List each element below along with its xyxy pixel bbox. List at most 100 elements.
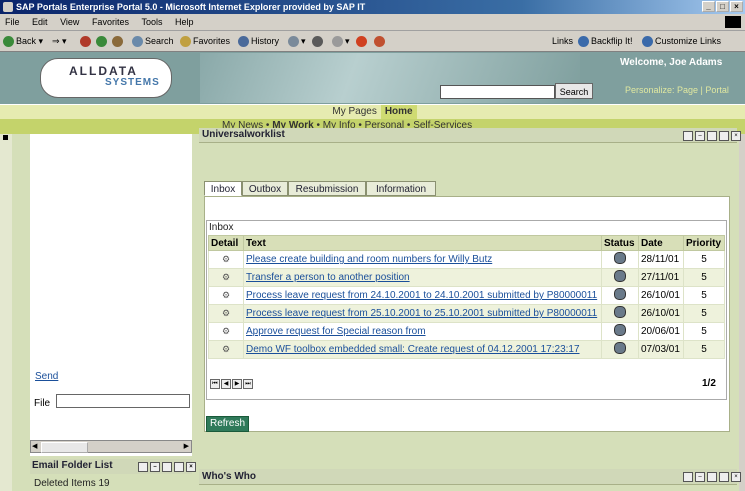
- task-link[interactable]: Please create building and room numbers …: [246, 254, 492, 265]
- worklist-title: Universalworklist: [202, 129, 285, 140]
- close-button[interactable]: ×: [730, 1, 743, 12]
- status-icon: [614, 252, 626, 264]
- column-date[interactable]: Date: [638, 235, 684, 251]
- alldata-logo: ALLDATA SYSTEMS: [40, 58, 172, 98]
- table-row: ⚙ Demo WF toolbox embedded small: Create…: [208, 340, 725, 359]
- detail-icon[interactable]: ⚙: [220, 308, 232, 318]
- user-icon[interactable]: [374, 34, 387, 48]
- tab-inbox[interactable]: Inbox: [204, 181, 242, 196]
- previous-page-icon[interactable]: ◀: [221, 379, 231, 389]
- portal-search-button[interactable]: Search: [555, 83, 593, 99]
- favorites-toolbar-button[interactable]: Favorites: [180, 34, 230, 48]
- scroll-thumb[interactable]: [41, 442, 88, 453]
- back-button[interactable]: Back ▾: [3, 34, 43, 48]
- column-detail[interactable]: Detail: [208, 235, 244, 251]
- file-input[interactable]: [56, 394, 190, 408]
- menu-favorites[interactable]: Favorites: [87, 14, 134, 30]
- task-link[interactable]: Approve request for Special reason from: [246, 326, 426, 337]
- window-restore-icon[interactable]: [683, 472, 693, 482]
- messenger-icon[interactable]: [356, 34, 369, 48]
- personalize-links[interactable]: Personalize: Page | Portal: [625, 85, 729, 95]
- status-icon: [614, 342, 626, 354]
- refresh-icon[interactable]: [707, 472, 717, 482]
- vertical-scrollbar[interactable]: [739, 134, 745, 491]
- welcome-text: Welcome, Joe Adams: [620, 57, 723, 68]
- maximize-button[interactable]: □: [716, 1, 729, 12]
- favorites-icon: [180, 36, 191, 48]
- edit-icon[interactable]: ▾: [332, 34, 350, 48]
- task-priority: 5: [683, 286, 725, 305]
- detail-icon[interactable]: ⚙: [220, 326, 232, 336]
- tab-outbox[interactable]: Outbox: [242, 181, 288, 196]
- task-link[interactable]: Demo WF toolbox embedded small: Create r…: [246, 344, 580, 355]
- menu-edit[interactable]: Edit: [27, 14, 53, 30]
- tab-my-pages[interactable]: My Pages: [328, 105, 380, 119]
- next-page-icon[interactable]: ▶: [232, 379, 242, 389]
- task-priority: 5: [683, 304, 725, 323]
- send-link[interactable]: Send: [35, 371, 58, 382]
- last-page-icon[interactable]: ⏭: [243, 379, 253, 389]
- folder-deleted-items[interactable]: Deleted Items 19: [34, 478, 110, 489]
- portal-search-input[interactable]: [440, 85, 555, 99]
- whos-who-header: – ×: [199, 469, 741, 485]
- refresh-icon[interactable]: [96, 34, 109, 48]
- worklist-table: Detail Text Status Date Priority ⚙ Pleas…: [208, 235, 725, 359]
- menu-help[interactable]: Help: [170, 14, 199, 30]
- window-minimize-icon[interactable]: –: [695, 472, 705, 482]
- inbox-section-label: Inbox: [209, 222, 234, 233]
- window-minimize-icon[interactable]: –: [150, 462, 160, 472]
- search-toolbar-button[interactable]: Search: [132, 34, 174, 48]
- collapse-handle-icon[interactable]: [3, 135, 8, 140]
- task-link[interactable]: Transfer a person to another position: [246, 272, 410, 283]
- close-icon[interactable]: ×: [731, 131, 741, 141]
- minimize-button[interactable]: _: [702, 1, 715, 12]
- home-icon[interactable]: [112, 34, 125, 48]
- task-priority: 5: [683, 322, 725, 341]
- scroll-right-icon[interactable]: ▶: [184, 442, 189, 450]
- window-restore-icon[interactable]: [138, 462, 148, 472]
- print-icon[interactable]: [312, 34, 325, 48]
- refresh-button[interactable]: Refresh: [206, 416, 250, 432]
- task-date: 26/10/01: [638, 286, 684, 305]
- detail-icon[interactable]: ⚙: [220, 254, 232, 264]
- menu-view[interactable]: View: [55, 14, 84, 30]
- menu-file[interactable]: File: [0, 14, 25, 30]
- edit-icon[interactable]: [719, 472, 729, 482]
- mail-icon[interactable]: ▾: [288, 34, 306, 48]
- status-icon: [614, 288, 626, 300]
- tab-resubmission[interactable]: Resubmission: [288, 181, 366, 196]
- search-icon: [132, 36, 143, 48]
- tab-information[interactable]: Information: [366, 181, 436, 196]
- scroll-left-icon[interactable]: ◀: [32, 442, 37, 450]
- customize-links-link[interactable]: Customize Links: [642, 34, 721, 48]
- close-icon[interactable]: ×: [186, 462, 196, 472]
- detail-icon[interactable]: ⚙: [220, 272, 232, 282]
- edit-icon[interactable]: [719, 131, 729, 141]
- forward-button[interactable]: ⇒ ▾: [52, 34, 67, 48]
- detail-icon[interactable]: ⚙: [220, 344, 232, 354]
- first-page-icon[interactable]: ⏮: [210, 379, 220, 389]
- task-link[interactable]: Process leave request from 25.10.2001 to…: [246, 308, 597, 319]
- stop-icon[interactable]: [80, 34, 93, 48]
- refresh-icon[interactable]: [707, 131, 717, 141]
- refresh-icon[interactable]: [162, 462, 172, 472]
- tab-home[interactable]: Home: [380, 105, 417, 119]
- history-toolbar-button[interactable]: History: [238, 34, 279, 48]
- window-minimize-icon[interactable]: –: [695, 131, 705, 141]
- horizontal-scrollbar[interactable]: ◀ ▶: [30, 440, 192, 453]
- column-text[interactable]: Text: [243, 235, 602, 251]
- edit-icon[interactable]: [174, 462, 184, 472]
- window-restore-icon[interactable]: [683, 131, 693, 141]
- column-priority[interactable]: Priority: [683, 235, 725, 251]
- menu-tools[interactable]: Tools: [136, 14, 167, 30]
- table-row: ⚙ Process leave request from 24.10.2001 …: [208, 286, 725, 305]
- history-icon: [238, 36, 249, 48]
- close-icon[interactable]: ×: [731, 472, 741, 482]
- detail-icon[interactable]: ⚙: [220, 290, 232, 300]
- links-label[interactable]: Links: [552, 34, 573, 48]
- page-indicator: 1/2: [702, 378, 716, 389]
- table-row: ⚙ Process leave request from 25.10.2001 …: [208, 304, 725, 323]
- task-link[interactable]: Process leave request from 24.10.2001 to…: [246, 290, 597, 301]
- backflip-link[interactable]: Backflip It!: [578, 34, 633, 48]
- column-status[interactable]: Status: [601, 235, 639, 251]
